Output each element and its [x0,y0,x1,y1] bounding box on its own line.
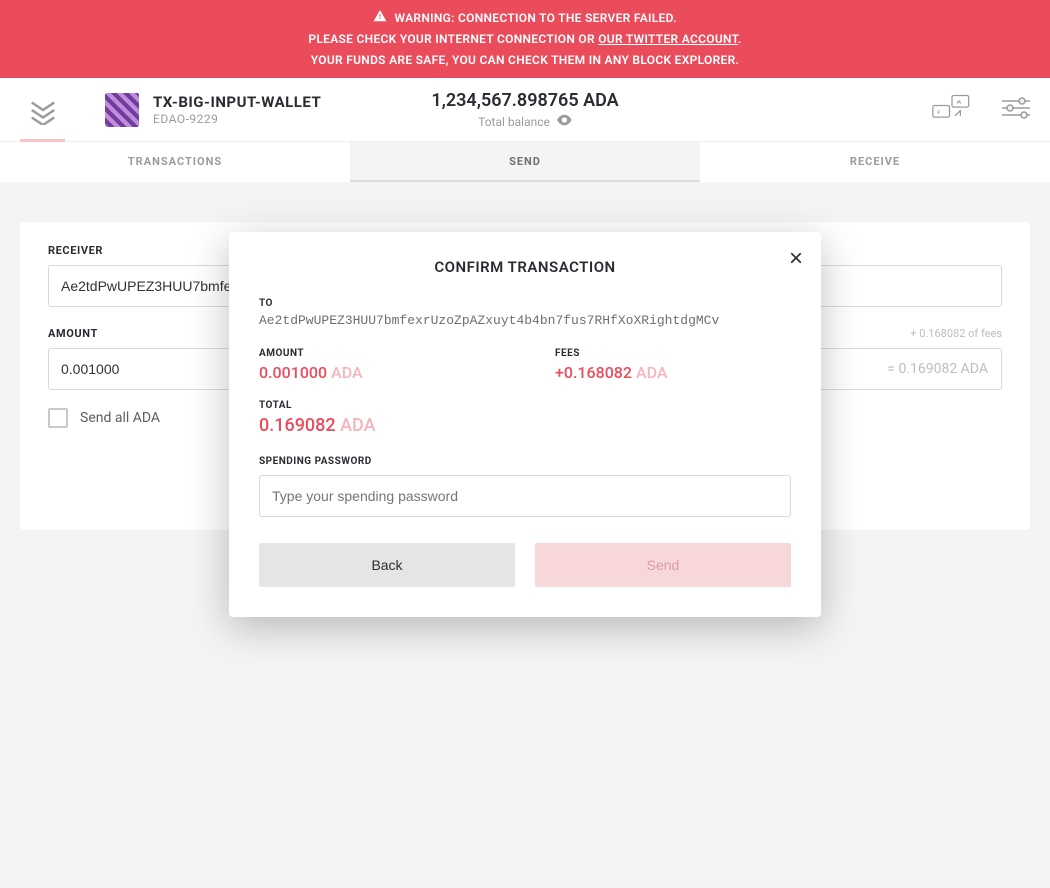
modal-amount-label: AMOUNT [259,348,495,359]
spending-password-label: SPENDING PASSWORD [259,456,791,467]
to-label: TO [259,298,791,309]
modal-fees-label: FEES [555,348,791,359]
modal-total-label: TOTAL [259,400,791,411]
modal-fees-value: +0.168082 ADA [555,363,791,382]
modal-total-value: 0.169082 ADA [259,415,791,436]
send-button[interactable]: Send [535,543,791,587]
modal-amount-value: 0.001000 ADA [259,363,495,382]
confirm-transaction-modal: CONFIRM TRANSACTION × TO Ae2tdPwUPEZ3HUU… [229,232,821,617]
back-button[interactable]: Back [259,543,515,587]
modal-title: CONFIRM TRANSACTION [259,258,791,276]
to-address: Ae2tdPwUPEZ3HUU7bmfexrUzoZpAZxuyt4b4bn7f… [259,313,791,328]
close-icon[interactable]: × [789,247,803,271]
spending-password-input[interactable] [259,475,791,517]
modal-backdrop: CONFIRM TRANSACTION × TO Ae2tdPwUPEZ3HUU… [0,0,1050,888]
